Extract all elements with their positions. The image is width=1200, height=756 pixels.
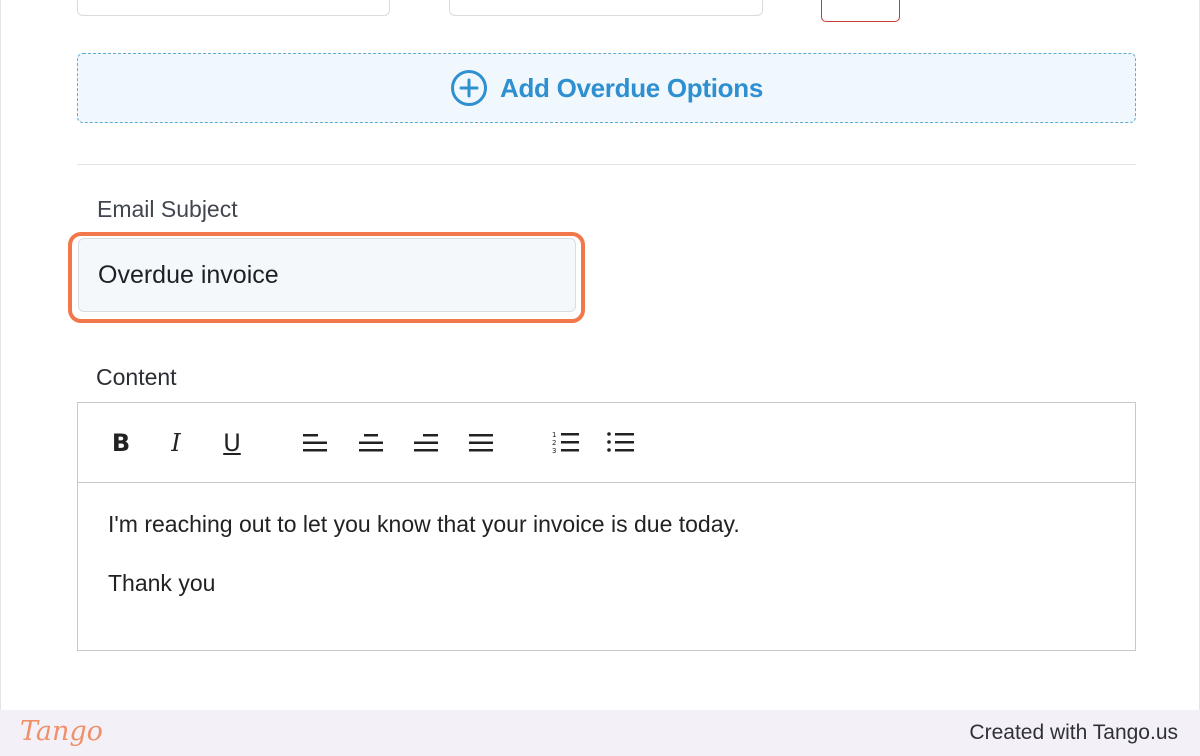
content-label: Content bbox=[96, 364, 177, 390]
top-input-right[interactable] bbox=[449, 0, 763, 16]
underline-button[interactable]: U bbox=[215, 425, 249, 461]
tango-footer: Tango Created with Tango.us bbox=[0, 710, 1200, 756]
add-overdue-options-button[interactable]: Add Overdue Options bbox=[77, 53, 1136, 123]
svg-text:1: 1 bbox=[552, 431, 556, 439]
align-left-icon bbox=[303, 434, 327, 452]
align-right-button[interactable] bbox=[409, 425, 443, 461]
align-center-icon bbox=[359, 434, 383, 452]
add-overdue-options-label: Add Overdue Options bbox=[500, 72, 763, 103]
ordered-list-button[interactable]: 1 2 3 bbox=[549, 425, 583, 461]
created-with-tango-text: Created with Tango.us bbox=[969, 721, 1178, 744]
section-divider bbox=[77, 164, 1136, 165]
editor-body[interactable]: I'm reaching out to let you know that yo… bbox=[108, 511, 1115, 629]
content-editor[interactable]: B I U 1 2 3 I'm reaching out to let you … bbox=[77, 402, 1136, 651]
tango-logo: Tango bbox=[20, 716, 103, 747]
svg-text:2: 2 bbox=[552, 439, 556, 447]
underline-icon: U bbox=[223, 429, 241, 457]
bold-button[interactable]: B bbox=[104, 425, 138, 461]
align-right-icon bbox=[414, 434, 438, 452]
remove-button[interactable] bbox=[821, 0, 900, 22]
plus-circle-icon bbox=[451, 70, 487, 106]
form-panel: Add Overdue Options Email Subject Overdu… bbox=[0, 0, 1200, 710]
email-subject-input[interactable]: Overdue invoice bbox=[78, 238, 576, 312]
ordered-list-icon: 1 2 3 bbox=[552, 431, 579, 455]
editor-toolbar: B I U 1 2 3 bbox=[78, 403, 1135, 483]
align-left-button[interactable] bbox=[298, 425, 332, 461]
top-input-left[interactable] bbox=[77, 0, 390, 16]
content-paragraph: I'm reaching out to let you know that yo… bbox=[108, 511, 740, 537]
bullet-list-button[interactable] bbox=[604, 425, 638, 461]
align-justify-button[interactable] bbox=[464, 425, 498, 461]
align-center-button[interactable] bbox=[354, 425, 388, 461]
email-subject-label: Email Subject bbox=[97, 196, 238, 222]
bullet-list-icon bbox=[607, 432, 634, 452]
italic-icon: I bbox=[171, 429, 181, 457]
align-justify-icon bbox=[469, 434, 493, 452]
svg-text:3: 3 bbox=[552, 447, 556, 455]
bold-icon: B bbox=[111, 429, 131, 457]
content-paragraph: Thank you bbox=[108, 570, 216, 596]
italic-button[interactable]: I bbox=[159, 425, 193, 461]
